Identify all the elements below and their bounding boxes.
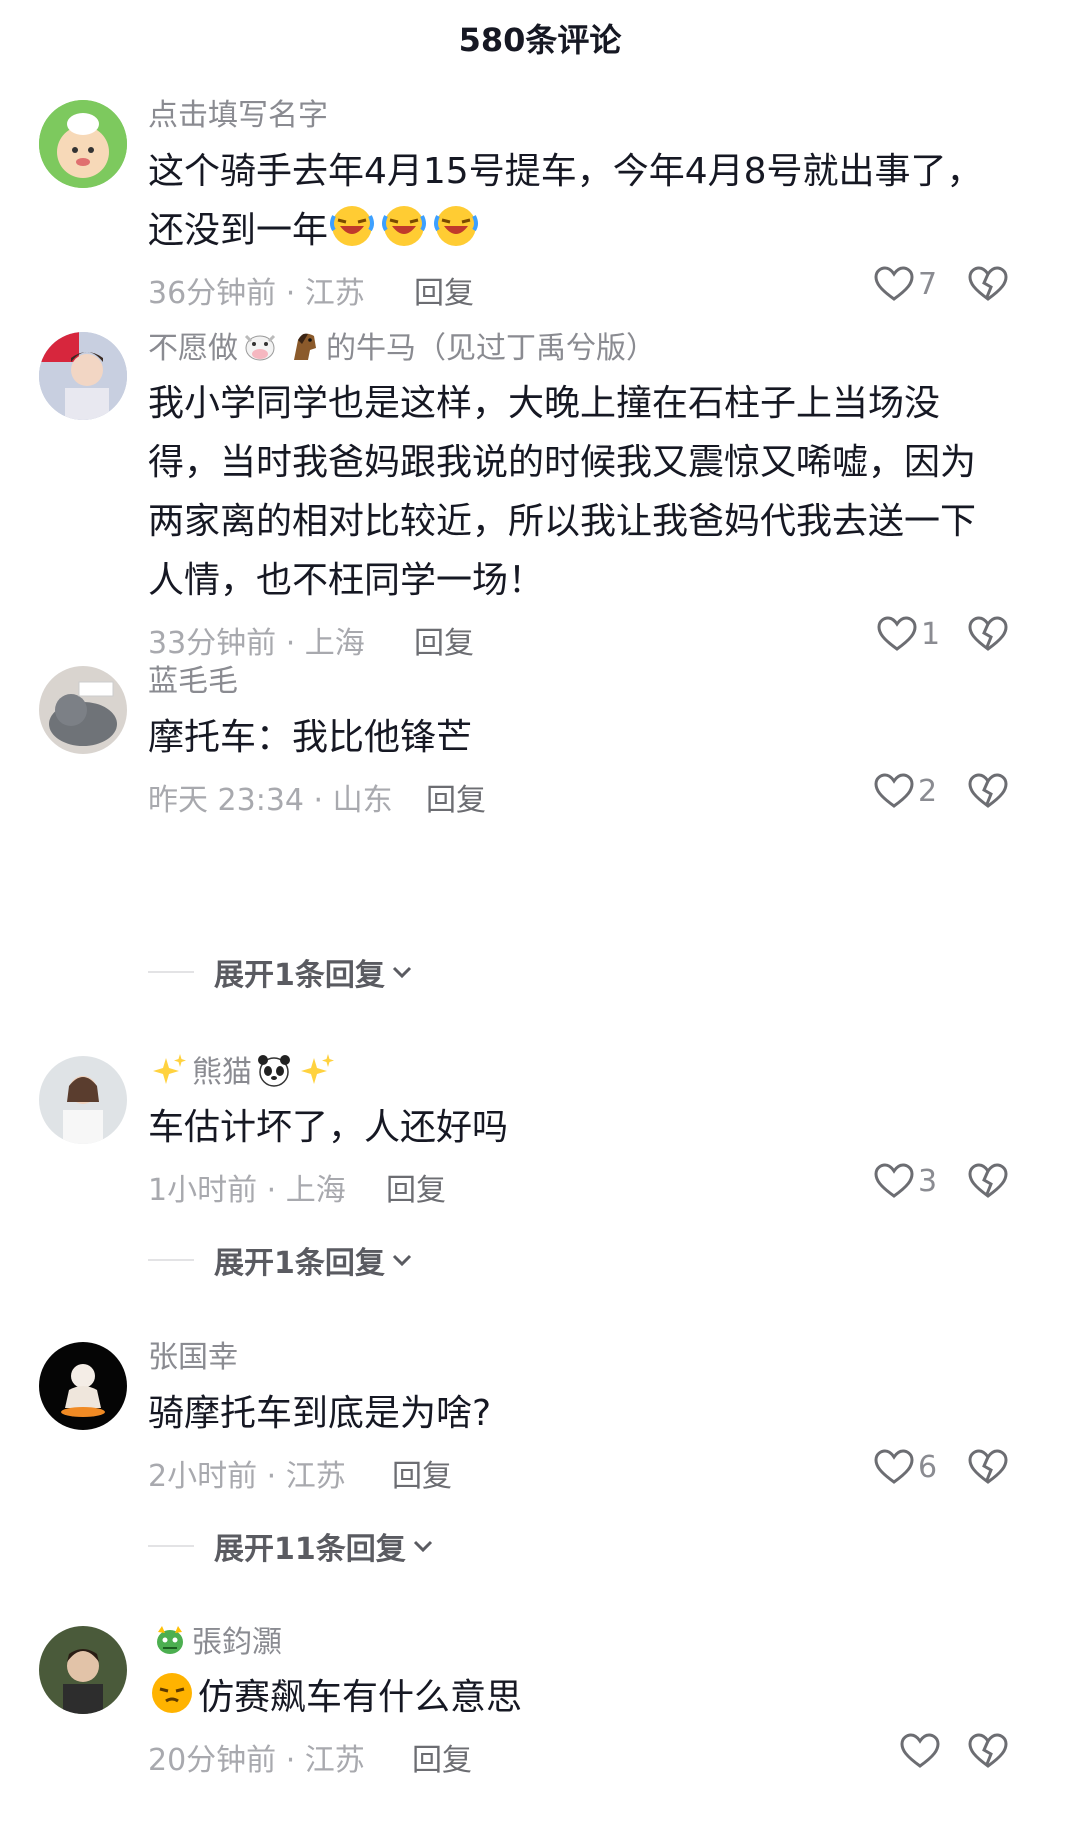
broken-heart-icon <box>968 1163 1008 1198</box>
annoyed-face-emoji <box>152 1673 192 1713</box>
like-count: 3 <box>918 1163 938 1199</box>
reply-button[interactable]: 回复 <box>386 1165 446 1209</box>
like-count: 7 <box>918 266 938 302</box>
comment-text: 摩托车：我比他锋芒 <box>148 717 473 758</box>
expand-replies-button[interactable]: 展开1条回复 <box>148 952 413 993</box>
panda-emoji <box>258 1055 290 1087</box>
laugh-cry-emoji <box>328 206 484 251</box>
like-button[interactable]: 3 <box>874 1157 937 1205</box>
heart-outline-icon <box>877 616 917 651</box>
comment-time-location: 20分钟前 · 江苏 <box>148 1743 365 1778</box>
comment-username[interactable]: 張鈞灝 <box>148 1622 1010 1662</box>
broken-heart-icon <box>968 266 1008 301</box>
like-button[interactable]: 2 <box>874 767 937 815</box>
reply-button[interactable]: 回复 <box>412 1735 472 1779</box>
dislike-button[interactable] <box>966 610 1010 658</box>
dragon-emoji <box>157 1626 183 1654</box>
chevron-down-icon <box>392 1254 411 1267</box>
comment-text: 骑摩托车到底是为啥? <box>148 1393 492 1434</box>
dislike-button[interactable] <box>966 1443 1010 1491</box>
comment-username[interactable]: 不愿做 的牛马（见过丁禹兮版） <box>148 328 1010 368</box>
like-count: 1 <box>921 616 941 652</box>
like-button[interactable]: 1 <box>877 610 940 658</box>
comment-text: 仿赛飙车有什么意思 <box>148 1668 1010 1727</box>
comment-time-location: 1小时前 · 上海 <box>148 1173 346 1208</box>
reply-button[interactable]: 回复 <box>426 775 486 819</box>
comment-username[interactable]: 蓝毛毛 <box>148 662 1010 702</box>
heart-outline-icon <box>874 266 914 301</box>
broken-heart-icon <box>968 616 1008 651</box>
expand-replies-button[interactable]: 展开1条回复 <box>148 1240 413 1281</box>
comment-meta: 36分钟前 · 江苏 回复 7 <box>148 260 1010 312</box>
comment-time-location: 昨天 23:34 · 山东 <box>148 783 393 818</box>
expand-replies-label: 展开11条回复 <box>214 1532 406 1567</box>
comment-meta: 2小时前 · 江苏 回复 6 <box>148 1443 1010 1495</box>
comment-time-location: 33分钟前 · 上海 <box>148 626 365 661</box>
comments-header: 580条评论 <box>0 0 1080 76</box>
comment-count-title: 580条评论 <box>458 21 622 59</box>
expand-replies-label: 展开1条回复 <box>214 958 385 993</box>
divider <box>148 1259 194 1261</box>
avatar[interactable] <box>39 332 127 420</box>
expand-replies-label: 展开1条回复 <box>214 1246 385 1281</box>
dislike-button[interactable] <box>966 260 1010 308</box>
sparkles-emoji <box>301 1054 334 1084</box>
heart-outline-icon <box>900 1733 940 1768</box>
comment-meta: 33分钟前 · 上海 回复 1 <box>148 610 1010 662</box>
reply-button[interactable]: 回复 <box>392 1451 452 1495</box>
chevron-down-icon <box>413 1540 432 1553</box>
horse-emoji <box>294 333 316 360</box>
sparkles-emoji <box>153 1054 186 1084</box>
reply-button[interactable]: 回复 <box>414 618 474 662</box>
divider <box>148 971 194 973</box>
comment-meta: 昨天 23:34 · 山东 回复 2 <box>148 767 1010 819</box>
broken-heart-icon <box>968 1449 1008 1484</box>
comment-text: 车估计坏了，人还好吗 <box>148 1107 509 1148</box>
avatar[interactable] <box>39 1056 127 1144</box>
broken-heart-icon <box>968 773 1008 808</box>
comment-username[interactable]: 张国幸 <box>148 1338 1010 1378</box>
comment-text: 我小学同学也是这样，大晚上撞在石柱子上当场没得，当时我爸妈跟我说的时候我又震惊又… <box>148 383 977 601</box>
comment-username[interactable]: 点击填写名字 <box>148 96 1010 136</box>
dislike-button[interactable] <box>966 1157 1010 1205</box>
like-count: 6 <box>918 1449 938 1485</box>
dislike-button[interactable] <box>966 1727 1010 1775</box>
comment-time-location: 2小时前 · 江苏 <box>148 1459 346 1494</box>
like-count: 2 <box>918 773 938 809</box>
cow-emoji <box>244 334 276 361</box>
heart-outline-icon <box>874 773 914 808</box>
comment-meta: 1小时前 · 上海 回复 3 <box>148 1157 1010 1209</box>
comment-meta: 20分钟前 · 江苏 回复 <box>148 1727 1010 1779</box>
like-button[interactable] <box>900 1727 944 1775</box>
divider <box>148 1545 194 1547</box>
chevron-down-icon <box>392 966 411 979</box>
comment-text: 这个骑手去年4月15号提车，今年4月8号就出事了，还没到一年 <box>148 151 983 251</box>
comment-username[interactable]: 熊猫 <box>148 1052 1010 1092</box>
reply-button[interactable]: 回复 <box>414 268 474 312</box>
like-button[interactable]: 6 <box>874 1443 937 1491</box>
avatar[interactable] <box>39 666 127 754</box>
heart-outline-icon <box>874 1449 914 1484</box>
avatar[interactable] <box>39 100 127 188</box>
expand-replies-button[interactable]: 展开11条回复 <box>148 1526 434 1567</box>
heart-outline-icon <box>874 1163 914 1198</box>
like-button[interactable]: 7 <box>874 260 937 308</box>
broken-heart-icon <box>968 1733 1008 1768</box>
avatar[interactable] <box>39 1342 127 1430</box>
comment-time-location: 36分钟前 · 江苏 <box>148 276 365 311</box>
avatar[interactable] <box>39 1626 127 1714</box>
dislike-button[interactable] <box>966 767 1010 815</box>
